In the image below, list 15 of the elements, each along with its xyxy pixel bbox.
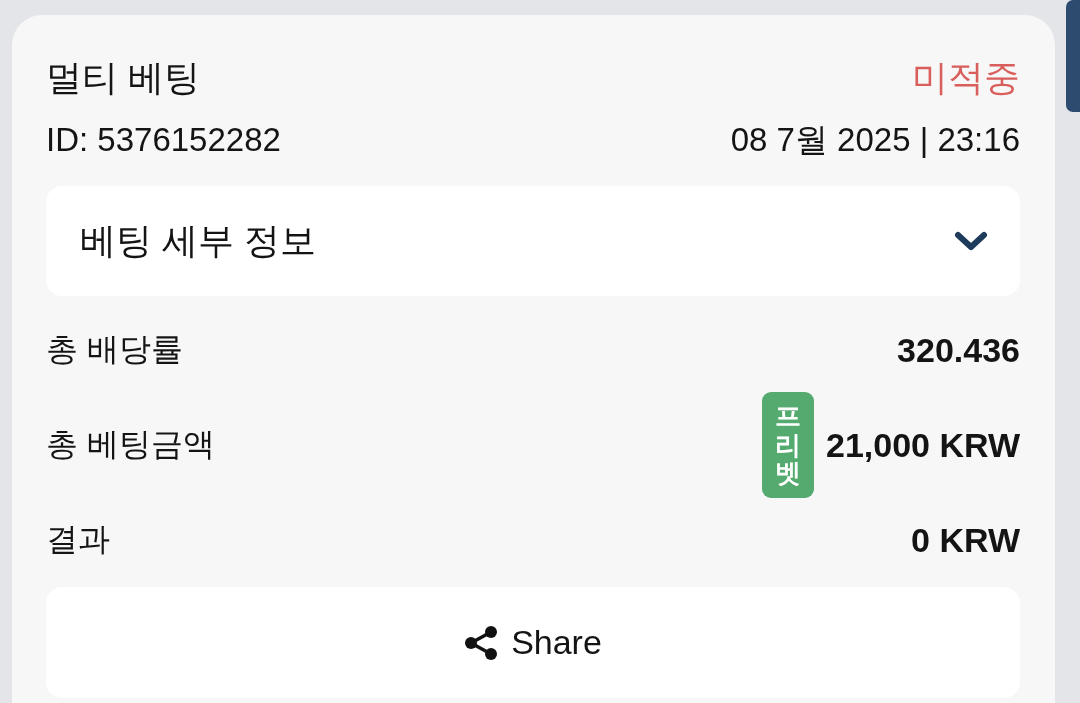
share-icon [464, 625, 499, 660]
row-value: 0 KRW [911, 520, 1020, 560]
bet-datetime: 08 7월 2025 | 23:16 [730, 119, 1020, 160]
row-label: 총 베팅금액 [46, 425, 215, 464]
row-value: 320.436 [897, 330, 1020, 370]
share-button[interactable]: Share [46, 587, 1020, 698]
row-label: 결과 [46, 520, 110, 559]
bet-details-toggle[interactable]: 베팅 세부 정보 [46, 186, 1020, 296]
bet-status: 미적중 [912, 55, 1020, 100]
scrollbar-thumb[interactable] [1066, 0, 1080, 112]
row-label: 총 배당률 [46, 330, 183, 369]
bet-id: ID: 5376152282 [46, 121, 281, 159]
row-value: 21,000 KRW [825, 425, 1020, 465]
bet-title: 멀티 베팅 [46, 55, 200, 100]
freebet-badge: 프리벳 [761, 392, 814, 498]
